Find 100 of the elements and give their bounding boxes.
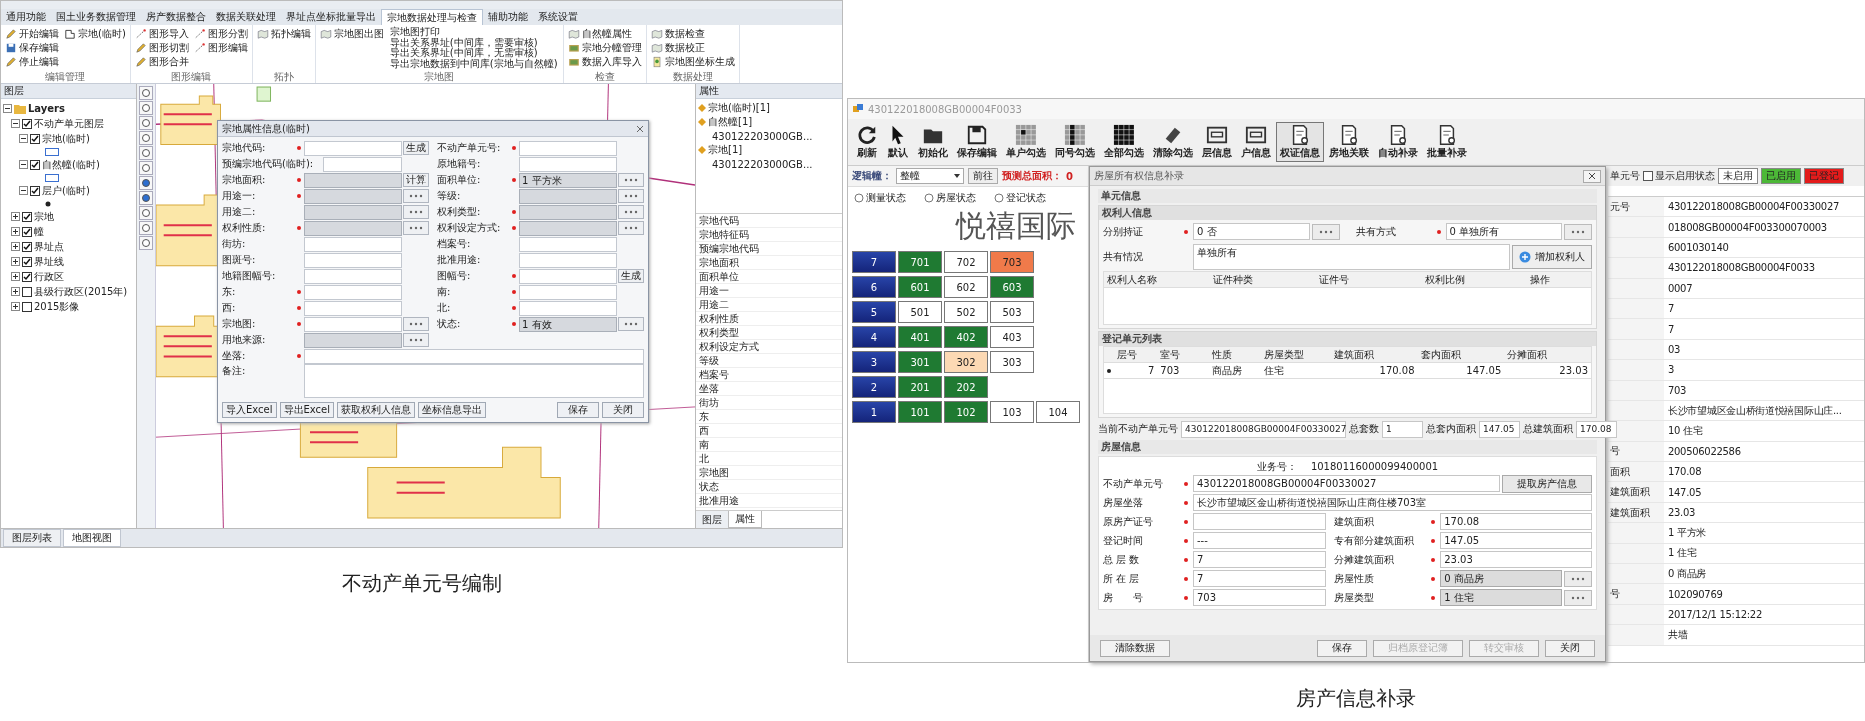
input-field[interactable] <box>519 252 617 268</box>
collapse-icon[interactable] <box>11 119 20 128</box>
floor-cell[interactable]: 5 <box>852 301 896 323</box>
dialog-button[interactable]: 导出Excel <box>279 402 334 418</box>
input-field[interactable]: 1 <box>1382 420 1423 438</box>
ribbon-button[interactable]: 数据入库导入 <box>566 55 643 69</box>
checkbox[interactable] <box>22 226 32 237</box>
layer-item[interactable]: 层户(临时) <box>42 183 90 198</box>
legend-button[interactable]: 已启用 <box>1761 168 1801 184</box>
building-select[interactable]: 整幢 <box>896 168 964 184</box>
ribbon-button[interactable]: 图形合并 <box>133 55 190 69</box>
layer-item[interactable]: 宗地 <box>34 209 54 224</box>
column-header[interactable]: 室号 <box>1157 347 1210 362</box>
panel-tab[interactable]: 图层 <box>696 511 728 528</box>
checkbox[interactable] <box>22 211 32 222</box>
expand-icon[interactable] <box>11 272 20 281</box>
close-icon[interactable] <box>1588 172 1596 180</box>
radio-icon[interactable] <box>994 193 1004 203</box>
checkbox-icon[interactable] <box>1643 171 1653 181</box>
checkbox[interactable] <box>22 118 32 129</box>
unit-cell[interactable]: 303 <box>990 351 1034 373</box>
layer-item[interactable]: 界址点 <box>34 239 64 254</box>
map-tool-icon[interactable] <box>139 236 153 250</box>
toolbar-button[interactable]: 初始化 <box>914 122 952 162</box>
collapse-icon[interactable] <box>19 160 28 169</box>
checkbox[interactable] <box>22 301 32 312</box>
radio-icon[interactable] <box>854 193 864 203</box>
column-header[interactable]: 权利人名称 <box>1104 272 1210 287</box>
ribbon-button[interactable]: 数据校正 <box>649 41 736 55</box>
layer-item[interactable]: Layers <box>28 103 65 114</box>
ribbon-tab[interactable]: 数据关联处理 <box>211 9 281 25</box>
layer-item[interactable]: 不动产单元图层 <box>34 116 104 131</box>
dialog-button[interactable]: 保存 <box>557 402 599 418</box>
input-field[interactable]: 0 否 <box>1193 223 1310 240</box>
unit-cell[interactable]: 202 <box>944 376 988 398</box>
feature-group[interactable]: 自然幢[1] <box>708 115 753 129</box>
layer-item[interactable]: 界址线 <box>34 254 64 269</box>
dialog-button[interactable]: 关闭 <box>1545 639 1595 657</box>
layer-item[interactable]: 县级行政区(2015年) <box>34 284 128 299</box>
collapse-icon[interactable] <box>3 104 12 113</box>
checkbox[interactable] <box>22 286 32 297</box>
unit-cell[interactable]: 503 <box>990 301 1034 323</box>
unit-cell[interactable]: 401 <box>898 326 942 348</box>
unit-cell[interactable]: 602 <box>944 276 988 298</box>
dialog-button[interactable]: 坐标信息导出 <box>418 402 486 418</box>
input-field[interactable] <box>519 300 617 316</box>
unit-cell[interactable]: 501 <box>898 301 942 323</box>
ribbon-button[interactable]: 宗地图出图 <box>318 27 385 41</box>
ribbon-button[interactable]: 图形编辑 <box>192 41 249 55</box>
unit-cell[interactable]: 702 <box>944 251 988 273</box>
toolbar-button[interactable]: 默认 <box>883 122 913 162</box>
dialog-button[interactable]: 清除数据 <box>1100 639 1170 657</box>
map-tool-icon[interactable] <box>139 206 153 220</box>
input-field[interactable] <box>519 268 617 284</box>
zoom-in-icon[interactable] <box>139 131 153 145</box>
input-field[interactable] <box>304 300 402 316</box>
input-field[interactable]: 7 <box>1193 570 1327 587</box>
go-button[interactable]: 前往 <box>968 168 998 184</box>
layer-item[interactable]: 幢 <box>34 224 44 239</box>
close-icon[interactable] <box>636 124 644 133</box>
floor-cell[interactable]: 2 <box>852 376 896 398</box>
input-field[interactable]: 703 <box>1193 589 1327 606</box>
layer-item[interactable]: 自然幢(临时) <box>42 157 100 172</box>
checkbox[interactable] <box>22 256 32 267</box>
text-area[interactable]: 单独所有 <box>1193 244 1510 270</box>
toolbar-button[interactable]: 自动补录 <box>1374 122 1422 162</box>
picker-button[interactable] <box>403 317 429 331</box>
input-field[interactable] <box>519 236 617 252</box>
input-field[interactable]: 23.03 <box>1440 551 1592 568</box>
unit-cell[interactable]: 301 <box>898 351 942 373</box>
toolbar-button[interactable]: 单户勾选 <box>1002 122 1050 162</box>
unit-cell[interactable]: 701 <box>898 251 942 273</box>
unit-cell[interactable]: 402 <box>944 326 988 348</box>
ribbon-button[interactable]: 宗地(临时) <box>63 27 127 41</box>
toolbar-button[interactable]: 同号勾选 <box>1051 122 1099 162</box>
checkbox[interactable] <box>22 271 32 282</box>
dialog-button[interactable]: 关闭 <box>602 402 644 418</box>
floor-cell[interactable]: 1 <box>852 401 896 423</box>
checkbox[interactable] <box>30 185 40 196</box>
ribbon-tab[interactable]: 国土业务数据管理 <box>51 9 141 25</box>
input-field[interactable] <box>304 284 402 300</box>
ribbon-button[interactable]: 保存编辑 <box>4 41 60 55</box>
input-field[interactable] <box>519 140 617 156</box>
picker-button[interactable] <box>1564 223 1592 240</box>
ribbon-tab[interactable]: 房产数据整合 <box>141 9 211 25</box>
ribbon-button[interactable]: 导出关系界址(中间库，需要审核) <box>387 37 560 48</box>
ribbon-button[interactable]: 开始编辑 <box>4 27 60 41</box>
feature-item[interactable]: 430122203000GB... <box>712 158 813 170</box>
unit-cell[interactable]: 703 <box>990 251 1034 273</box>
column-header[interactable]: 证件种类 <box>1209 272 1316 287</box>
input-field[interactable]: 长沙市望城区金山桥街道悦禧国际山庄商住楼703室 <box>1193 494 1592 511</box>
dialog-button[interactable]: 保存 <box>1317 639 1367 657</box>
column-header[interactable]: 层号 <box>1114 347 1158 362</box>
input-field[interactable]: 170.08 <box>1576 420 1617 438</box>
toolbar-button[interactable]: 刷新 <box>852 122 882 162</box>
hand-icon[interactable] <box>139 116 153 130</box>
toolbar-button[interactable]: 批量补录 <box>1423 122 1471 162</box>
ribbon-tab[interactable]: 辅助功能 <box>483 9 533 25</box>
map-tool-icon[interactable] <box>139 101 153 115</box>
column-header[interactable]: 权利比例 <box>1421 272 1528 287</box>
